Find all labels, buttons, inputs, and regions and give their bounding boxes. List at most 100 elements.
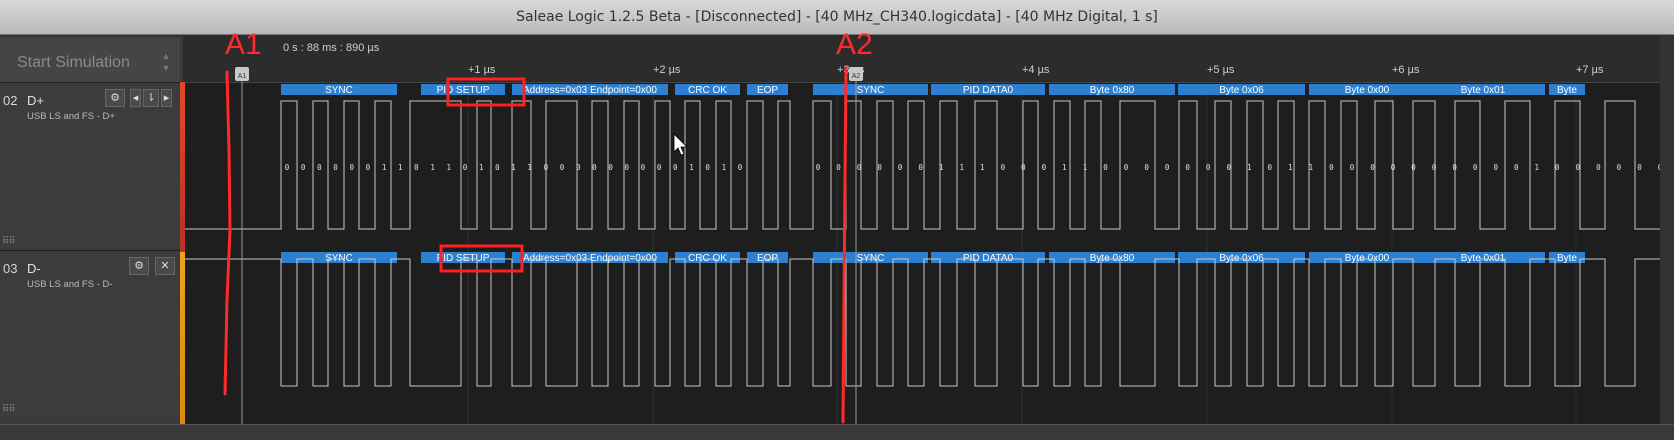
bit-label: 1 [939,163,944,172]
horizontal-scrollbar[interactable] [0,424,1674,440]
bit-label: 0 [1576,163,1581,172]
bit-label: 0 [366,163,371,172]
bit-label: 0 [1493,163,1498,172]
bit-label: 0 [898,163,903,172]
bit-label: 0 [1370,163,1375,172]
bit-label: 0 [1452,163,1457,172]
bit-label: 0 [1001,163,1006,172]
bit-label: 0 [608,163,613,172]
channel-sidebar: Start Simulation ▲ ▼ 02 D+ USB LS and FS … [0,36,183,424]
packet-label: PID DATA0 [963,85,1014,96]
resize-grip-icon[interactable]: ⠿⠿ [2,236,16,247]
bit-label: 0 [285,163,290,172]
packet-label: Byte 0x01 [1461,85,1506,96]
bit-label: 0 [560,163,565,172]
bit-label: 0 [1268,163,1273,172]
bit-label: 0 [624,163,629,172]
bit-label: 1 [382,163,387,172]
bit-label: 1 [479,163,484,172]
bit-label: 0 [1432,163,1437,172]
packet-label: CRC OK [688,85,727,96]
bit-label: 0 [1617,163,1622,172]
bit-label: 0 [705,163,710,172]
packet-label: EOP [757,85,778,96]
bit-label: 1 [447,163,452,172]
resize-grip-icon[interactable]: ⠿⠿ [2,404,16,415]
bit-label: 0 [1350,163,1355,172]
bit-label: 0 [1473,163,1478,172]
bit-label: 0 [1637,163,1642,172]
packet-label: Byte [1557,253,1577,264]
packet-label: SYNC [325,85,353,96]
bit-label: 0 [641,163,646,172]
bit-label: 0 [592,163,597,172]
bit-label: 1 [722,163,727,172]
packet-label: Byte 0x80 [1090,85,1135,96]
bit-label: 0 [1103,163,1108,172]
channel-header-d-plus[interactable]: 02 D+ USB LS and FS - D+ ⚙ ◂ ⇂ ▸ ⠿⠿ [0,82,180,249]
chevron-right-icon[interactable]: ▸ [161,89,172,107]
tick-label: +4 µs [1022,64,1050,76]
bit-label: 1 [1309,163,1314,172]
tick-label: +1 µs [468,64,496,76]
bit-label: 1 [527,163,532,172]
bit-label: 0 [544,163,549,172]
bit-label: 0 [1226,163,1231,172]
bit-label: 0 [657,163,662,172]
vertical-scrollbar[interactable] [1660,36,1674,424]
bit-label: 0 [1042,163,1047,172]
channel-name[interactable]: D+ [27,93,44,108]
bit-label: 1 [1083,163,1088,172]
start-simulation-label: Start Simulation [17,54,130,71]
bit-label: 0 [1391,163,1396,172]
bit-label: 0 [414,163,419,172]
bit-label: 1 [398,163,403,172]
packet-label: Address=0x03 Endpoint=0x00 [523,85,657,96]
bit-label: 0 [738,163,743,172]
trigger-edge-icon[interactable]: ⇂ [143,89,159,107]
gear-icon[interactable]: ⚙ [105,89,125,107]
bit-label: 0 [349,163,354,172]
bit-label: 0 [1596,163,1601,172]
packet-label: PID SETUP [437,85,490,96]
bit-label: 0 [1124,163,1129,172]
channel-analyzer-label: USB LS and FS - D- [27,279,113,290]
tick-label: +7 µs [1576,64,1604,76]
bit-label: 1 [980,163,985,172]
bit-label: 0 [463,163,468,172]
window-title: Saleae Logic 1.2.5 Beta - [Disconnected]… [516,9,1158,25]
bit-label: 0 [1514,163,1519,172]
bit-label: 1 [1062,163,1067,172]
bit-label: 0 [877,163,882,172]
channel-name[interactable]: D- [27,261,41,276]
packet-label: Byte [1557,85,1577,96]
gear-icon[interactable]: ⚙ [129,257,149,275]
tick-label: +6 µs [1392,64,1420,76]
bit-label: 1 [1247,163,1252,172]
close-icon[interactable]: ✕ [155,257,175,275]
bit-label: 1 [430,163,435,172]
packet-label: Byte 0x00 [1345,85,1390,96]
tick-label: +2 µs [653,64,681,76]
bit-label: 0 [1555,163,1560,172]
bit-label: 0 [301,163,306,172]
bit-label: 1 [689,163,694,172]
bit-label: 0 [1329,163,1334,172]
title-bar: Saleae Logic 1.2.5 Beta - [Disconnected]… [0,0,1674,35]
waveform-d-minus [185,258,1660,387]
start-simulation-button[interactable]: Start Simulation ▲ ▼ [0,38,180,83]
bit-label: 1 [959,163,964,172]
waveform-canvas[interactable]: SYNC PID SETUP Address=0x03 Endpoint=0x00 C… [185,84,1660,424]
bit-label: 0 [1021,163,1026,172]
simulation-spinner-icon[interactable]: ▲ ▼ [160,50,172,80]
timeline-header[interactable]: 0 s : 88 ms : 890 µs +1 µs +2 µs +3 µs +… [185,36,1660,83]
channel-header-d-minus[interactable]: 03 D- USB LS and FS - D- ⚙ ✕ ⠿⠿ [0,250,180,417]
bit-label: 0 [1165,163,1170,172]
packet-label: Byte 0x06 [1219,85,1264,96]
chevron-left-icon[interactable]: ◂ [130,89,141,107]
bit-label: 0 [495,163,500,172]
bit-label: 0 [317,163,322,172]
tick-label: +5 µs [1207,64,1235,76]
packet-label: SYNC [857,85,885,96]
bit-label: 0 [1411,163,1416,172]
